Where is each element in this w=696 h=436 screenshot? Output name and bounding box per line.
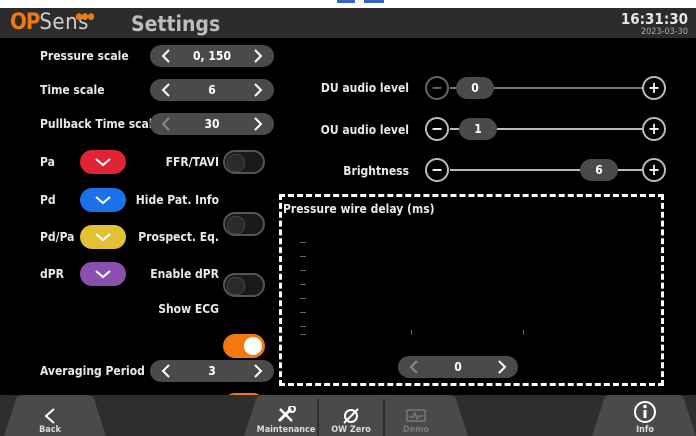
averaging-period-stepper: 3 (150, 360, 274, 382)
chevron-down-icon (95, 270, 111, 279)
chevron-right-icon[interactable] (250, 48, 266, 64)
chevron-down-icon (95, 158, 111, 167)
clock: 16:31:30 2023-03-30 (621, 11, 688, 37)
du-audio-plus-button[interactable]: + (642, 76, 666, 100)
du-audio-minus-button[interactable]: − (425, 76, 449, 100)
averaging-period-value: 3 (208, 364, 216, 378)
du-audio-value[interactable]: 0 (456, 77, 494, 99)
toggle-label-prospect-eq: Prospect. Eq. (138, 230, 219, 244)
pullback-time-scale-value: 30 (204, 117, 220, 131)
chevron-left-icon[interactable] (158, 116, 174, 132)
chevron-right-icon[interactable] (494, 359, 510, 375)
brightness-minus-button[interactable]: − (425, 158, 449, 182)
zero-slash-icon (343, 408, 359, 424)
ou-audio-level-label: OU audio level (320, 123, 409, 137)
demo-label: Demo (402, 425, 430, 435)
enable-dpr-toggle[interactable] (223, 334, 265, 358)
panel-title: Pressure wire delay (ms) (283, 202, 435, 216)
ow-zero-label: OW Zero (331, 425, 371, 435)
pullback-time-scale-label: Pullback Time scale (40, 117, 160, 131)
graph-y-tick (300, 256, 306, 257)
chevron-left-icon (44, 408, 55, 424)
brightness-label: Brightness (343, 164, 409, 178)
ou-audio-plus-button[interactable]: + (642, 117, 666, 141)
opsens-logo: OP Sens ●●● (10, 10, 95, 36)
info-label: Info (636, 425, 654, 435)
graph-y-tick (300, 270, 306, 271)
color-label-dpr: dPR (40, 267, 64, 281)
top-strip-mark (364, 0, 384, 3)
graph-y-tick (300, 312, 306, 313)
graph-y-tick (300, 298, 306, 299)
chevron-left-icon[interactable] (158, 363, 174, 379)
pdpa-color-dropdown[interactable] (80, 225, 126, 249)
graph-y-tick (300, 326, 306, 327)
du-audio-level-label: DU audio level (320, 81, 409, 95)
top-strip (0, 0, 696, 8)
monitor-wave-icon (406, 409, 426, 422)
hide-pat-info-toggle[interactable] (223, 212, 265, 236)
clock-date: 2023-03-30 (640, 27, 688, 37)
time-scale-label: Time scale (40, 83, 105, 97)
chevron-down-icon (95, 196, 111, 205)
time-scale-stepper: 6 (150, 79, 274, 101)
page-title: Settings (131, 12, 221, 36)
ou-audio-minus-button[interactable]: − (425, 117, 449, 141)
toggle-label-hide-pat-info: Hide Pat. Info (135, 193, 219, 207)
pd-color-dropdown[interactable] (80, 188, 126, 212)
ffr-tavi-toggle[interactable] (223, 150, 265, 174)
maintenance-label: Maintenance (256, 425, 316, 435)
logo-sens: Sens ●●● (39, 10, 94, 35)
chevron-right-icon[interactable] (250, 363, 266, 379)
color-label-pd: Pd (40, 193, 56, 207)
header-bar (0, 8, 696, 38)
pressure-scale-value: 0, 150 (193, 49, 231, 63)
tools-icon (277, 406, 296, 423)
graph-axis (300, 334, 306, 335)
chevron-left-icon[interactable] (406, 359, 422, 375)
top-strip-mark (337, 0, 355, 3)
toggle-label-enable-dpr: Enable dPR (150, 267, 219, 281)
graph-x-tick (411, 330, 412, 335)
pressure-scale-label: Pressure scale (40, 49, 129, 63)
maintenance-button[interactable]: Maintenance (254, 395, 318, 436)
chevron-right-icon[interactable] (250, 116, 266, 132)
color-label-pa: Pa (40, 155, 55, 169)
chevron-left-icon[interactable] (158, 48, 174, 64)
back-button[interactable]: Back (28, 395, 72, 436)
time-scale-value: 6 (208, 83, 216, 97)
info-icon (634, 401, 656, 423)
chevron-down-icon (95, 233, 111, 242)
pressure-scale-stepper: 0, 150 (150, 45, 274, 67)
pullback-time-scale-stepper: 30 (150, 113, 274, 135)
chevron-right-icon[interactable] (250, 82, 266, 98)
graph-y-tick (300, 284, 306, 285)
demo-button[interactable]: Demo (386, 395, 446, 436)
logo-op: OP (10, 10, 40, 35)
pressure-wire-delay-value: 0 (454, 360, 462, 374)
graph-y-tick (300, 242, 306, 243)
back-label: Back (39, 425, 61, 435)
prospect-eq-toggle[interactable] (223, 273, 265, 297)
info-button[interactable]: Info (620, 395, 670, 436)
brightness-plus-button[interactable]: + (642, 158, 666, 182)
brightness-value[interactable]: 6 (580, 159, 618, 181)
pressure-wire-delay-stepper: 0 (398, 356, 518, 378)
averaging-period-label: Averaging Period (40, 364, 145, 378)
ou-audio-value[interactable]: 1 (459, 118, 497, 140)
clock-time: 16:31:30 (620, 10, 688, 28)
color-label-pdpa: Pd/Pa (40, 230, 75, 244)
chevron-left-icon[interactable] (158, 82, 174, 98)
dpr-color-dropdown[interactable] (80, 262, 126, 286)
toggle-label-ffr-tavi: FFR/TAVI (165, 155, 219, 169)
logo-dots-icon: ●●● (75, 12, 94, 22)
pa-color-dropdown[interactable] (80, 150, 126, 174)
toggle-label-show-ecg: Show ECG (158, 302, 219, 316)
graph-x-tick (523, 330, 524, 335)
ow-zero-button[interactable]: OW Zero (320, 395, 382, 436)
